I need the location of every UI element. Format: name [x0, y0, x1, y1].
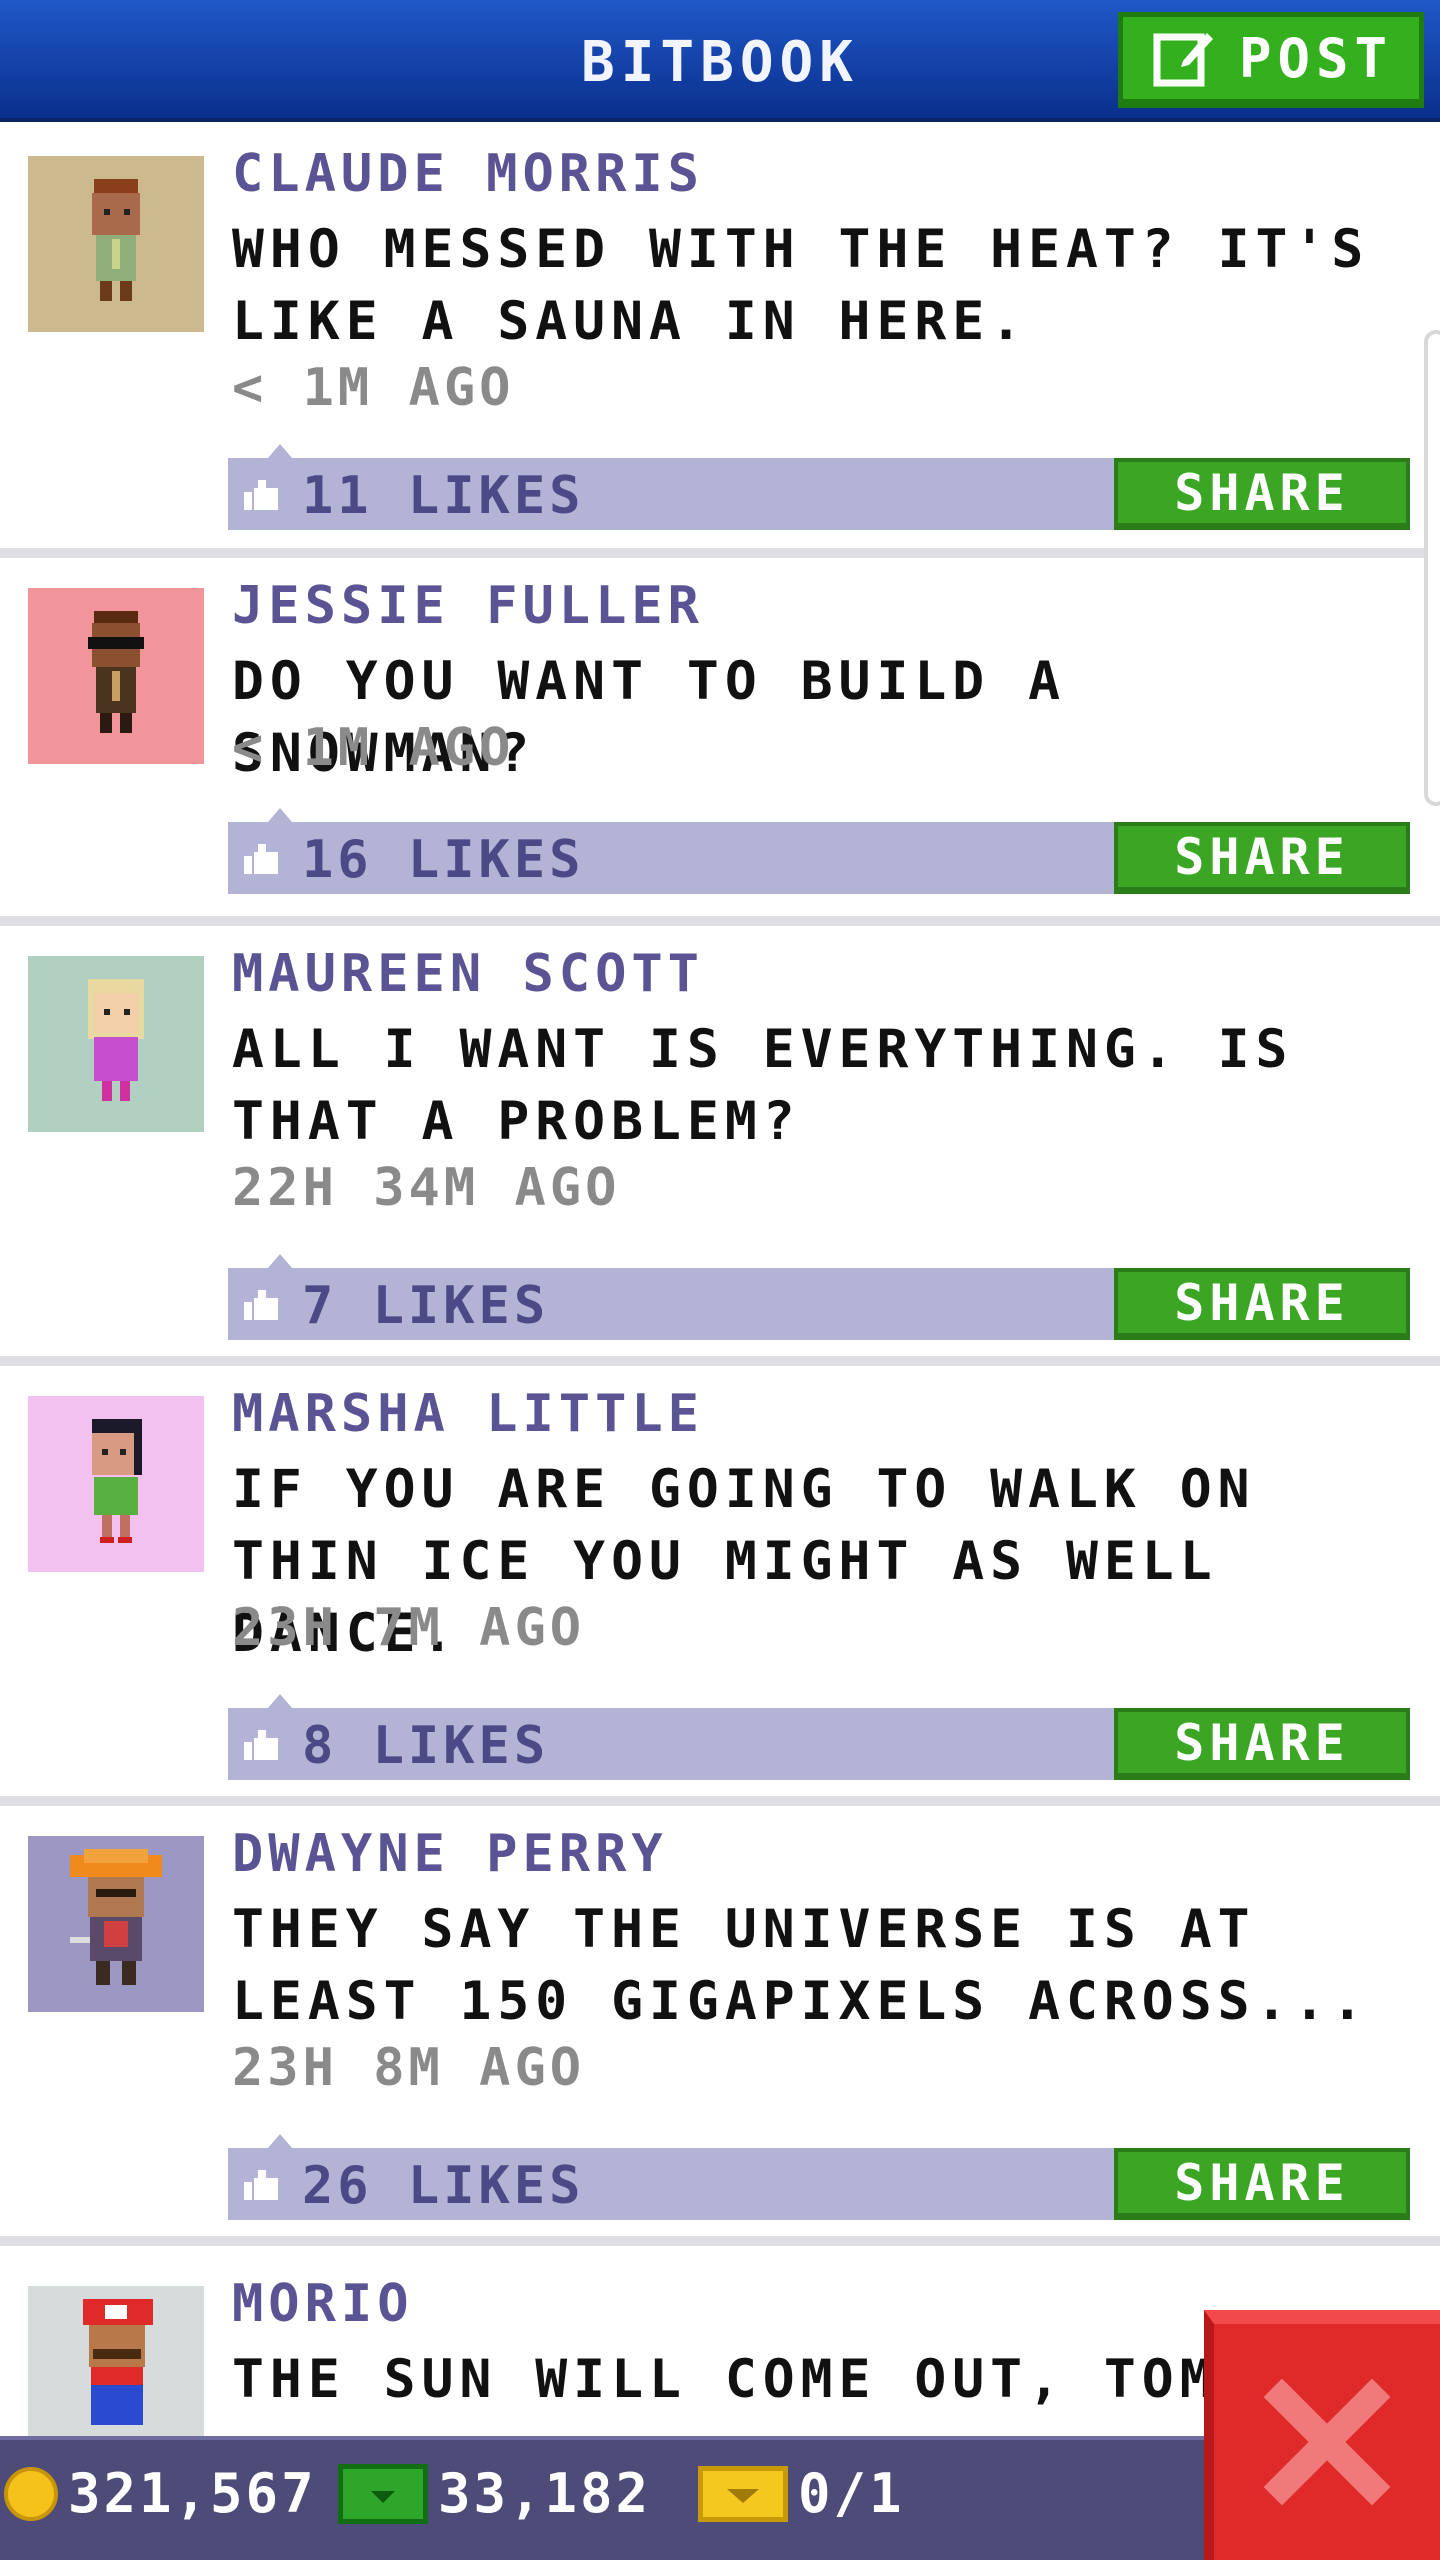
like-count: 16 LIKES: [302, 830, 585, 890]
share-button[interactable]: SHARE: [1114, 1268, 1410, 1340]
like-bar-pointer: [268, 808, 292, 822]
post-author[interactable]: CLAUDE MORRIS: [232, 144, 704, 204]
avatar-character-icon: [83, 2299, 153, 2425]
tickets-stat[interactable]: 0/1: [698, 2462, 905, 2525]
bux-icon: [338, 2463, 428, 2524]
avatar-character-icon: [88, 611, 144, 733]
close-button[interactable]: [1204, 2310, 1440, 2560]
post-button[interactable]: POST: [1118, 12, 1424, 108]
bux-value: 33,182: [438, 2462, 652, 2525]
post-time: 22H 34M AGO: [232, 1158, 621, 1218]
avatar: [28, 1836, 204, 2012]
like-count: 8 LIKES: [302, 1716, 550, 1776]
like-bar: 11 LIKES SHARE: [228, 444, 1410, 530]
avatar-character-icon: [92, 1419, 142, 1543]
post-author[interactable]: DWAYNE PERRY: [232, 1824, 668, 1884]
post-item: CLAUDE MORRIS WHO MESSED WITH THE HEAT? …: [0, 126, 1440, 558]
avatar: [28, 156, 204, 332]
thumbs-up-icon[interactable]: [242, 1288, 282, 1322]
avatar-character-icon: [70, 1849, 162, 1985]
like-bar: 16 LIKES SHARE: [228, 808, 1410, 894]
like-bar-pointer: [268, 2134, 292, 2148]
like-count: 7 LIKES: [302, 1276, 550, 1336]
top-bar: BITBOOK POST: [0, 0, 1440, 122]
compose-icon: [1153, 33, 1213, 87]
thumbs-up-icon[interactable]: [242, 1728, 282, 1762]
post-item: DWAYNE PERRY THEY SAY THE UNIVERSE IS AT…: [0, 1806, 1440, 2246]
avatar: [28, 588, 204, 764]
bux-stat[interactable]: 33,182: [338, 2462, 651, 2525]
side-scroll-handle[interactable]: [1424, 330, 1440, 806]
thumbs-up-icon[interactable]: [242, 2168, 282, 2202]
avatar-character-icon: [92, 179, 140, 301]
share-button[interactable]: SHARE: [1114, 458, 1410, 530]
post-item: MARSHA LITTLE IF YOU ARE GOING TO WALK O…: [0, 1366, 1440, 1806]
post-author[interactable]: MARSHA LITTLE: [232, 1384, 704, 1444]
post-message: ALL I WANT IS EVERYTHING. IS THAT A PROB…: [232, 1019, 1294, 1152]
post-time: 23H 8M AGO: [232, 2038, 586, 2098]
like-bar: 8 LIKES SHARE: [228, 1694, 1410, 1780]
share-button[interactable]: SHARE: [1114, 2148, 1410, 2220]
like-bar: 7 LIKES SHARE: [228, 1254, 1410, 1340]
ticket-icon: [698, 2465, 788, 2522]
coins-stat: 321,567: [4, 2462, 317, 2525]
like-count: 26 LIKES: [302, 2156, 585, 2216]
like-bar-pointer: [268, 444, 292, 458]
avatar: [28, 956, 204, 1132]
post-time: < 1M AGO: [232, 358, 515, 418]
post-author[interactable]: MORIO: [232, 2274, 414, 2334]
post-author[interactable]: MAUREEN SCOTT: [232, 944, 704, 1004]
post-item: MAUREEN SCOTT ALL I WANT IS EVERYTHING. …: [0, 926, 1440, 1366]
post-time: 23H 7M AGO: [232, 1598, 586, 1658]
thumbs-up-icon[interactable]: [242, 842, 282, 876]
thumbs-up-icon[interactable]: [242, 478, 282, 512]
post-item: JESSIE FULLER DO YOU WANT TO BUILD A SNO…: [0, 558, 1440, 926]
like-bar: 26 LIKES SHARE: [228, 2134, 1410, 2220]
post-author[interactable]: JESSIE FULLER: [232, 576, 704, 636]
coin-icon: [4, 2466, 58, 2521]
avatar-character-icon: [88, 979, 144, 1101]
post-button-label: POST: [1239, 26, 1394, 90]
post-message: WHO MESSED WITH THE HEAT? IT'S LIKE A SA…: [232, 219, 1370, 352]
like-bar-pointer: [268, 1694, 292, 1708]
close-icon: [1263, 2378, 1391, 2506]
avatar: [28, 1396, 204, 1572]
share-button[interactable]: SHARE: [1114, 822, 1410, 894]
post-message: THEY SAY THE UNIVERSE IS AT LEAST 150 GI…: [232, 1899, 1370, 2032]
post-time: < 1M AGO: [232, 718, 515, 778]
coins-value: 321,567: [68, 2462, 317, 2525]
like-bar-pointer: [268, 1254, 292, 1268]
tickets-value: 0/1: [798, 2462, 905, 2525]
like-count: 11 LIKES: [302, 466, 585, 526]
share-button[interactable]: SHARE: [1114, 1708, 1410, 1780]
